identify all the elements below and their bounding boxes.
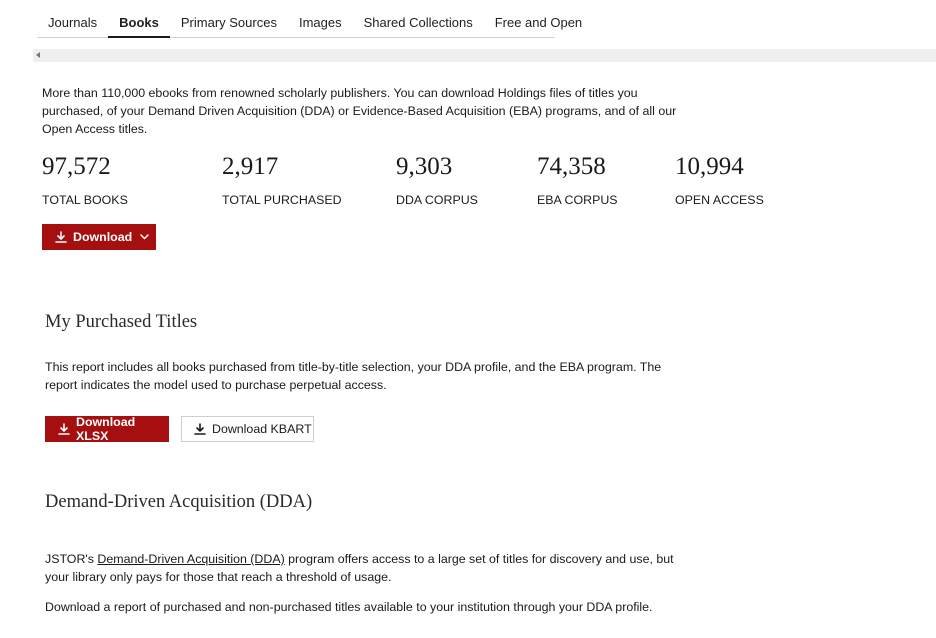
stat-value: 9,303 xyxy=(396,153,453,180)
stat-eba-corpus: 74,358 EBA CORPUS xyxy=(537,153,618,207)
tab-images[interactable]: Images xyxy=(288,9,353,37)
scroll-left-arrow-icon[interactable] xyxy=(36,52,40,58)
collection-tabs: Journals Books Primary Sources Images Sh… xyxy=(37,9,582,38)
stat-value: 97,572 xyxy=(42,153,111,180)
stat-dda-corpus: 9,303 DDA CORPUS xyxy=(396,153,478,207)
stat-label: EBA CORPUS xyxy=(537,193,618,207)
download-icon xyxy=(55,231,67,243)
books-intro-text: More than 110,000 ebooks from renowned s… xyxy=(42,86,677,136)
dda-description-prefix: JSTOR's xyxy=(45,552,98,566)
purchased-titles-heading: My Purchased Titles xyxy=(45,312,198,332)
stat-label: DDA CORPUS xyxy=(396,193,478,207)
dda-program-link[interactable]: Demand-Driven Acquisition (DDA) xyxy=(97,552,284,566)
tab-books[interactable]: Books xyxy=(108,9,170,38)
purchased-titles-description: This report includes all books purchased… xyxy=(45,360,662,392)
dda-description: JSTOR's Demand-Driven Acquisition (DDA) … xyxy=(45,550,675,586)
stat-total-purchased: 2,917 TOTAL PURCHASED xyxy=(222,153,342,207)
stat-value: 2,917 xyxy=(222,153,279,180)
download-icon xyxy=(194,423,206,435)
stat-label: TOTAL BOOKS xyxy=(42,193,128,207)
tab-free-and-open[interactable]: Free and Open xyxy=(484,9,593,37)
chevron-down-icon xyxy=(140,234,149,240)
tab-shared-collections[interactable]: Shared Collections xyxy=(353,9,484,37)
stat-total-books: 97,572 TOTAL BOOKS xyxy=(42,153,128,207)
download-button-label: Download xyxy=(73,230,133,244)
tab-primary-sources[interactable]: Primary Sources xyxy=(170,9,288,37)
download-xlsx-label: Download XLSX xyxy=(76,415,136,443)
stat-value: 74,358 xyxy=(537,153,606,180)
download-kbart-label: Download KBART xyxy=(212,422,312,436)
download-xlsx-button[interactable]: Download XLSX xyxy=(45,415,169,443)
download-dropdown-button[interactable]: Download xyxy=(42,224,156,250)
dda-download-note: Download a report of purchased and non-p… xyxy=(45,600,653,614)
dda-heading: Demand-Driven Acquisition (DDA) xyxy=(45,492,313,512)
stat-open-access: 10,994 OPEN ACCESS xyxy=(675,153,764,207)
tab-journals[interactable]: Journals xyxy=(37,9,108,37)
stat-label: OPEN ACCESS xyxy=(675,193,764,207)
horizontal-scrollbar[interactable] xyxy=(33,49,936,62)
stat-value: 10,994 xyxy=(675,153,744,180)
stat-label: TOTAL PURCHASED xyxy=(222,193,342,207)
download-icon xyxy=(58,423,70,435)
download-kbart-button[interactable]: Download KBART xyxy=(181,416,314,442)
